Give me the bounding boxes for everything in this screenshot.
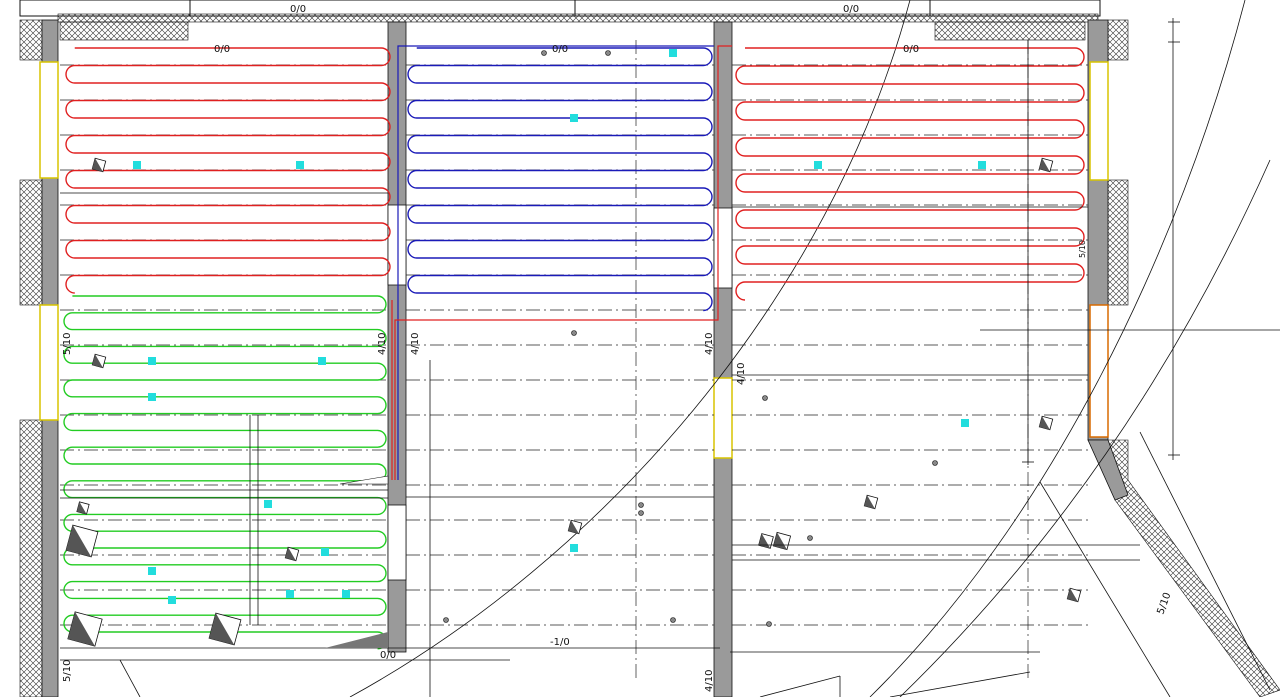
column-symbol xyxy=(208,612,242,646)
cyan-marker xyxy=(148,393,156,401)
label-wall-right-inner: 4/10 xyxy=(736,363,747,385)
label-top-right: 0/0 xyxy=(843,4,859,15)
dot-marker xyxy=(638,510,644,516)
column-symbol xyxy=(91,157,107,173)
wedge xyxy=(325,632,388,648)
dot-marker xyxy=(807,535,813,541)
dot-marker xyxy=(638,502,644,508)
top-strip xyxy=(19,0,1101,23)
wedge xyxy=(339,475,389,485)
cyan-marker xyxy=(978,161,986,169)
cyan-marker xyxy=(286,590,294,598)
heating-loop-red-right xyxy=(735,47,1085,301)
label-bottom-center-right: 4/10 xyxy=(704,670,715,692)
label-wall-center-left-b: 4/10 xyxy=(410,333,421,355)
heating-loop-red-left xyxy=(65,47,391,294)
dot-marker xyxy=(766,621,772,627)
cyan-marker xyxy=(318,357,326,365)
column-symbol xyxy=(65,524,99,558)
loop-path xyxy=(65,47,391,294)
cyan-marker xyxy=(133,161,141,169)
label-bottom-left: 5/10 xyxy=(62,660,73,682)
dot-marker xyxy=(605,50,611,56)
column-symbol xyxy=(67,611,103,647)
label-wall-center-right: 4/10 xyxy=(704,333,715,355)
cyan-marker xyxy=(264,500,272,508)
label-right-small: 5/10 xyxy=(1078,240,1087,258)
cyan-markers xyxy=(133,49,986,604)
loop-path xyxy=(407,47,713,312)
floor-plan-canvas: 0/0 0/0 0/0 0/0 0/0 0/0 -1/0 5/10 4/10 4… xyxy=(19,0,1280,697)
cyan-marker xyxy=(342,590,350,598)
windows xyxy=(39,61,1109,581)
dot-marker xyxy=(670,617,676,623)
column-symbol xyxy=(772,531,792,551)
walls xyxy=(41,19,1129,697)
dot-marker xyxy=(932,460,938,466)
cyan-marker xyxy=(148,567,156,575)
arc-lines xyxy=(349,0,1280,697)
cyan-marker xyxy=(961,419,969,427)
cyan-marker xyxy=(148,357,156,365)
cyan-marker xyxy=(669,49,677,57)
cyan-marker xyxy=(570,114,578,122)
dot-marker xyxy=(571,330,577,336)
label-top-left: 0/0 xyxy=(290,4,306,15)
column-symbol xyxy=(91,353,107,369)
dot-marker xyxy=(541,50,547,56)
column-symbol xyxy=(758,533,774,549)
column-symbol xyxy=(76,501,90,515)
column-symbols xyxy=(65,157,1082,647)
label-room-left: 0/0 xyxy=(214,44,230,55)
column-symbol xyxy=(1066,587,1082,603)
column-symbol xyxy=(567,519,583,535)
column-symbol xyxy=(1038,157,1054,173)
label-wall-center-left-a: 4/10 xyxy=(377,333,388,355)
column-symbol xyxy=(284,546,300,562)
cyan-marker xyxy=(296,161,304,169)
cyan-marker xyxy=(814,161,822,169)
labels: 0/0 0/0 0/0 0/0 0/0 0/0 -1/0 5/10 4/10 4… xyxy=(62,4,1174,692)
cyan-marker xyxy=(570,544,578,552)
label-bottom-center: 0/0 xyxy=(380,650,396,661)
label-room-mid: 0/0 xyxy=(552,44,568,55)
loop-path xyxy=(735,47,1085,301)
heating-loop-blue xyxy=(407,47,713,312)
dot-marker xyxy=(762,395,768,401)
loop-path xyxy=(63,295,387,650)
label-bottom-level: -1/0 xyxy=(550,637,570,648)
dot-marker xyxy=(443,617,449,623)
cyan-marker xyxy=(321,548,329,556)
column-symbol xyxy=(1038,415,1054,431)
label-room-right: 0/0 xyxy=(903,44,919,55)
heating-loop-green xyxy=(63,295,387,650)
label-wall-left: 5/10 xyxy=(62,333,73,355)
column-symbol xyxy=(863,494,879,510)
cyan-marker xyxy=(168,596,176,604)
label-diag-right: 5/10 xyxy=(1155,591,1173,616)
